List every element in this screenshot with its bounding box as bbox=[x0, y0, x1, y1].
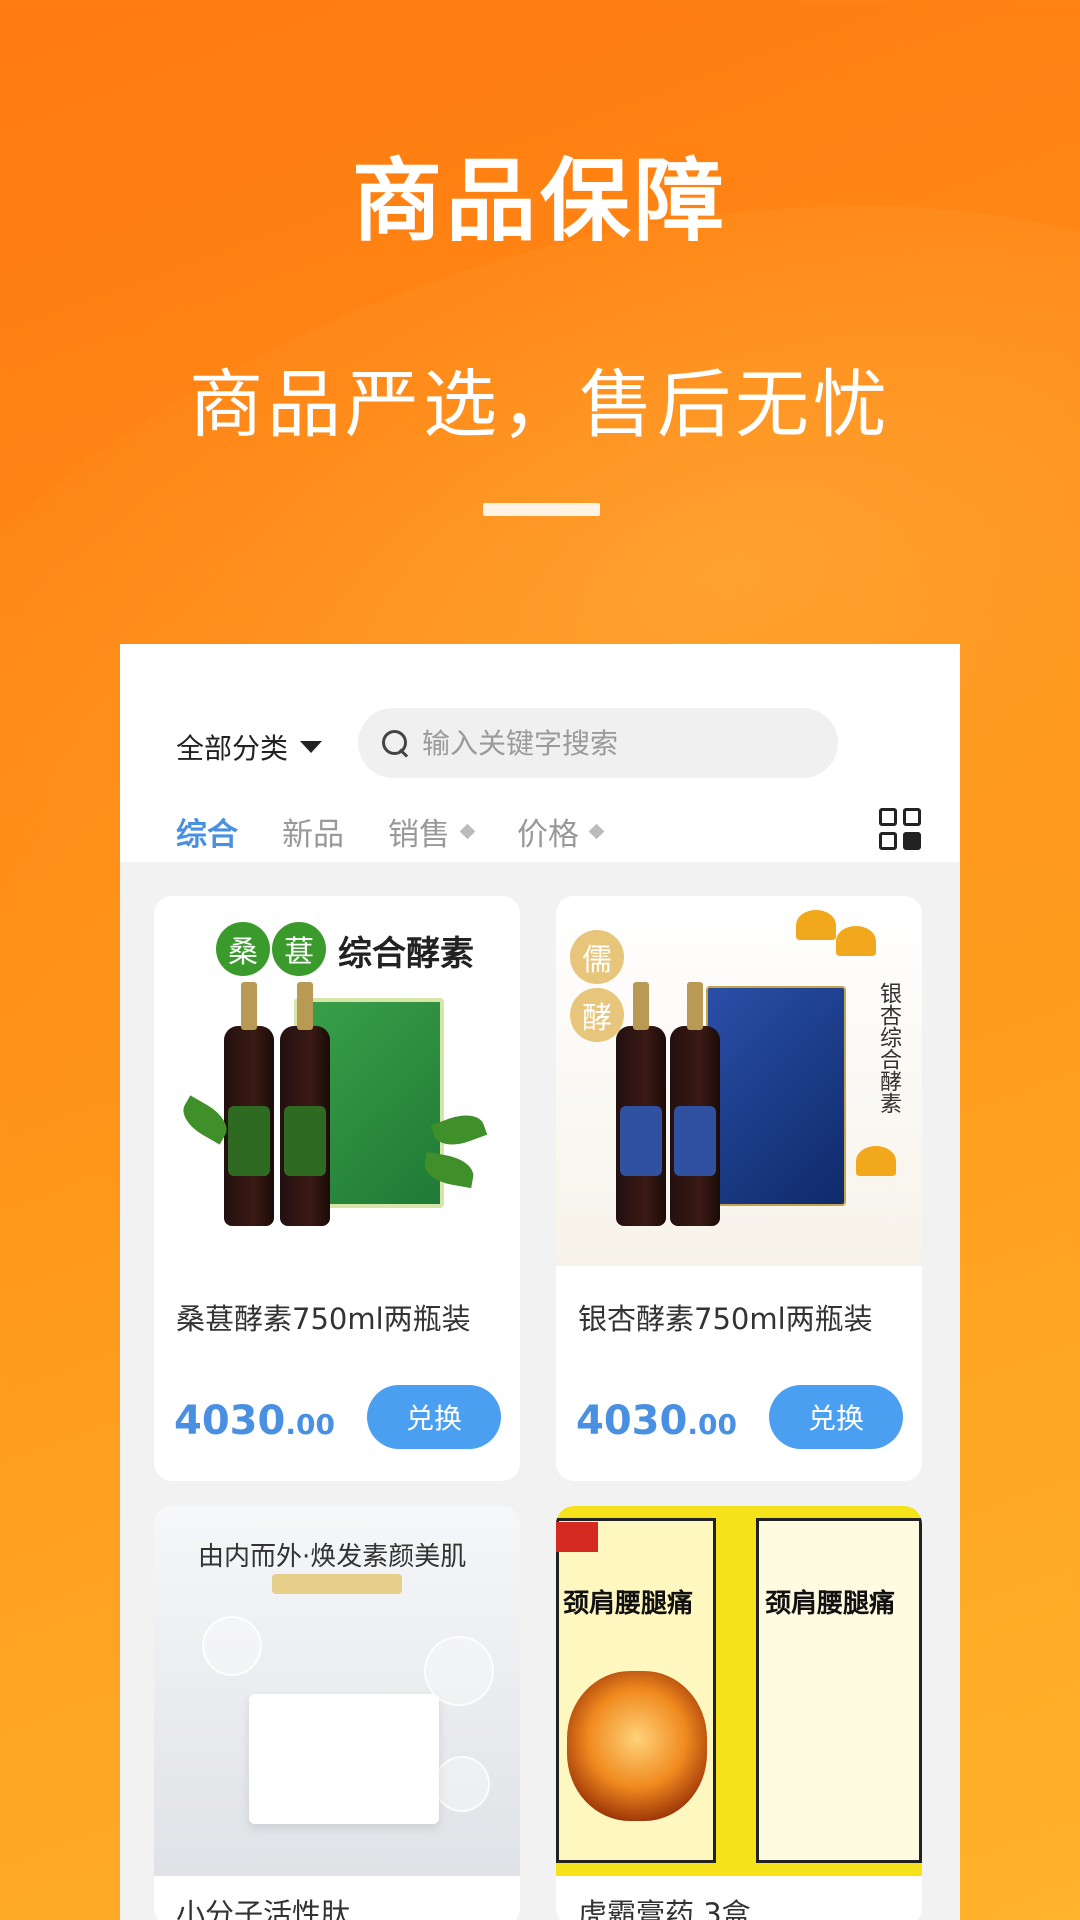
product-card[interactable]: 桑 葚 综合酵素 桑葚酵素750ml两瓶装 4030.00 兑换 bbox=[154, 896, 520, 1481]
category-dropdown[interactable]: 全部分类 bbox=[176, 724, 323, 770]
tab-price[interactable]: 价格 bbox=[517, 809, 605, 854]
search-bar[interactable] bbox=[358, 708, 838, 778]
app-screen-preview: 全部分类 综合 新品 销售 价格 bbox=[120, 644, 960, 1920]
tab-comprehensive[interactable]: 综合 bbox=[176, 809, 238, 854]
search-icon bbox=[380, 728, 410, 758]
package-panel: 颈肩腰腿痛 bbox=[756, 1518, 922, 1863]
sort-tabs: 综合 新品 销售 价格 bbox=[176, 809, 646, 854]
tiger-illustration bbox=[567, 1671, 707, 1821]
product-card[interactable]: 儒 酵 银杏综合酵素 银杏酵素750ml两瓶装 4030.00 兑换 bbox=[556, 896, 922, 1481]
ginkgo-leaf bbox=[836, 926, 876, 956]
product-box bbox=[249, 1694, 439, 1824]
tab-label: 价格 bbox=[517, 817, 579, 853]
package-panel: 颈肩腰腿痛 bbox=[556, 1518, 716, 1863]
product-price: 4030.00 bbox=[174, 1398, 335, 1444]
gift-box bbox=[706, 986, 846, 1206]
sort-icon bbox=[588, 823, 605, 840]
image-title: 综合酵素 bbox=[338, 934, 474, 974]
ginkgo-leaf bbox=[856, 1146, 896, 1176]
grid-view-icon[interactable] bbox=[879, 808, 921, 850]
filter-bar: 全部分类 综合 新品 销售 价格 bbox=[120, 644, 960, 862]
tab-label: 销售 bbox=[388, 817, 450, 853]
brand-label-bg bbox=[556, 1522, 598, 1552]
image-badge: 葚 bbox=[272, 922, 326, 976]
category-label: 全部分类 bbox=[176, 732, 289, 765]
tab-new[interactable]: 新品 bbox=[282, 809, 344, 854]
product-card[interactable]: 由内而外·焕发素颜美肌 小分子活性肽 bbox=[154, 1506, 520, 1920]
image-badge: 儒 bbox=[570, 930, 624, 984]
bubble-decoration bbox=[202, 1616, 262, 1676]
product-image: 由内而外·焕发素颜美肌 bbox=[154, 1506, 520, 1876]
product-image: 儒 酵 银杏综合酵素 bbox=[556, 896, 922, 1266]
product-price: 4030.00 bbox=[576, 1398, 737, 1444]
image-headline: 由内而外·焕发素颜美肌 bbox=[198, 1542, 467, 1572]
hero-divider bbox=[483, 503, 600, 516]
caret-down-icon bbox=[300, 741, 323, 753]
ginkgo-leaf bbox=[796, 910, 836, 940]
image-tag bbox=[272, 1574, 402, 1594]
package-title: 颈肩腰腿痛 bbox=[765, 1589, 896, 1619]
tab-sales[interactable]: 销售 bbox=[388, 809, 476, 854]
search-input[interactable] bbox=[422, 726, 802, 760]
product-image: 桑 葚 综合酵素 bbox=[154, 896, 520, 1266]
hero-subtitle: 商品严选，售后无忧 bbox=[189, 362, 891, 448]
tab-label: 新品 bbox=[282, 817, 344, 853]
product-card[interactable]: 颈肩腰腿痛 虎霸 颈肩腰腿痛 虎霸膏药 3盒 bbox=[556, 1506, 922, 1920]
image-badge: 桑 bbox=[216, 922, 270, 976]
bottle bbox=[670, 982, 720, 1226]
product-image: 颈肩腰腿痛 虎霸 颈肩腰腿痛 bbox=[556, 1506, 922, 1876]
product-name: 桑葚酵素750ml两瓶装 bbox=[176, 1302, 471, 1336]
hero-title: 商品保障 bbox=[352, 149, 728, 254]
image-badge: 酵 bbox=[570, 988, 624, 1042]
product-name: 小分子活性肽 bbox=[176, 1897, 351, 1920]
bubble-decoration bbox=[434, 1756, 490, 1812]
product-name: 虎霸膏药 3盒 bbox=[578, 1897, 751, 1920]
vertical-text: 银杏综合酵素 bbox=[876, 982, 901, 1114]
redeem-button[interactable]: 兑换 bbox=[367, 1385, 501, 1449]
bottle bbox=[616, 982, 666, 1226]
tab-label: 综合 bbox=[176, 817, 238, 853]
package-title: 颈肩腰腿痛 bbox=[563, 1589, 694, 1619]
product-name: 银杏酵素750ml两瓶装 bbox=[578, 1302, 873, 1336]
sort-icon bbox=[459, 823, 476, 840]
bottle bbox=[224, 982, 274, 1226]
redeem-button[interactable]: 兑换 bbox=[769, 1385, 903, 1449]
bottle bbox=[280, 982, 330, 1226]
